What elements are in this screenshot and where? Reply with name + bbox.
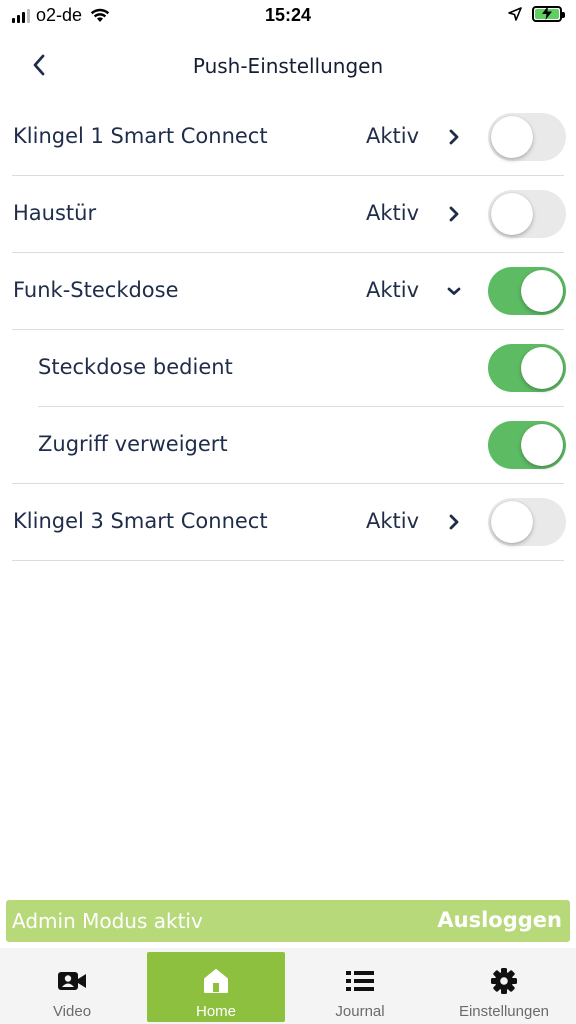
- setting-row-klingel-3[interactable]: Klingel 3 Smart Connect Aktiv: [0, 484, 576, 561]
- setting-status: Aktiv: [366, 278, 420, 302]
- tab-einstellungen[interactable]: Einstellungen: [435, 952, 573, 1022]
- setting-label: Haustür: [13, 201, 97, 225]
- setting-status: Aktiv: [366, 509, 420, 533]
- toggle-switch[interactable]: [488, 498, 566, 546]
- tab-journal[interactable]: Journal: [291, 952, 429, 1022]
- tab-label: Home: [195, 1003, 236, 1020]
- setting-label: Klingel 1 Smart Connect: [13, 124, 268, 148]
- chevron-right-icon[interactable]: [443, 509, 465, 535]
- charging-bolt-icon: [542, 6, 552, 20]
- setting-row-haustuer[interactable]: Haustür Aktiv: [0, 176, 576, 253]
- status-bar: o2-de 15:24: [0, 0, 576, 34]
- push-settings-list: Klingel 1 Smart Connect Aktiv Haustür Ak…: [0, 99, 576, 561]
- toggle-switch[interactable]: [488, 344, 566, 392]
- admin-mode-banner: Admin Modus aktiv Ausloggen: [6, 900, 570, 942]
- chevron-right-icon[interactable]: [443, 201, 465, 227]
- tab-label: Journal: [335, 1003, 385, 1020]
- gear-icon: [489, 966, 519, 996]
- tab-label: Video: [52, 1003, 92, 1020]
- setting-status: Aktiv: [366, 124, 420, 148]
- navigation-header: Push-Einstellungen: [0, 40, 576, 96]
- toggle-switch[interactable]: [488, 190, 566, 238]
- logout-button[interactable]: Ausloggen: [437, 908, 562, 932]
- page-title: Push-Einstellungen: [192, 54, 384, 78]
- setting-label: Funk-Steckdose: [13, 278, 179, 302]
- tab-label: Einstellungen: [458, 1003, 550, 1020]
- setting-label: Klingel 3 Smart Connect: [13, 509, 268, 533]
- chevron-down-icon[interactable]: [443, 278, 465, 304]
- battery-icon: [532, 6, 565, 22]
- setting-status: Aktiv: [366, 201, 420, 225]
- clock: 15:24: [264, 5, 312, 25]
- video-camera-icon: [57, 966, 87, 996]
- setting-label: Steckdose bedient: [38, 355, 233, 379]
- tab-home[interactable]: Home: [147, 952, 285, 1022]
- toggle-switch[interactable]: [488, 421, 566, 469]
- toggle-switch[interactable]: [488, 267, 566, 315]
- setting-row-funk-steckdose[interactable]: Funk-Steckdose Aktiv: [0, 253, 576, 330]
- setting-label: Zugriff verweigert: [38, 432, 228, 456]
- tab-video[interactable]: Video: [3, 952, 141, 1022]
- list-icon: [345, 966, 375, 996]
- tab-bar: Video Home Journal Einstellungen: [0, 948, 576, 1024]
- home-icon: [201, 966, 231, 996]
- chevron-right-icon[interactable]: [443, 124, 465, 150]
- location-arrow-icon: [508, 7, 522, 21]
- setting-row-zugriff-verweigert[interactable]: Zugriff verweigert: [0, 407, 576, 484]
- admin-mode-label: Admin Modus aktiv: [12, 909, 203, 933]
- setting-row-klingel-1[interactable]: Klingel 1 Smart Connect Aktiv: [0, 99, 576, 176]
- toggle-switch[interactable]: [488, 113, 566, 161]
- setting-row-steckdose-bedient[interactable]: Steckdose bedient: [0, 330, 576, 407]
